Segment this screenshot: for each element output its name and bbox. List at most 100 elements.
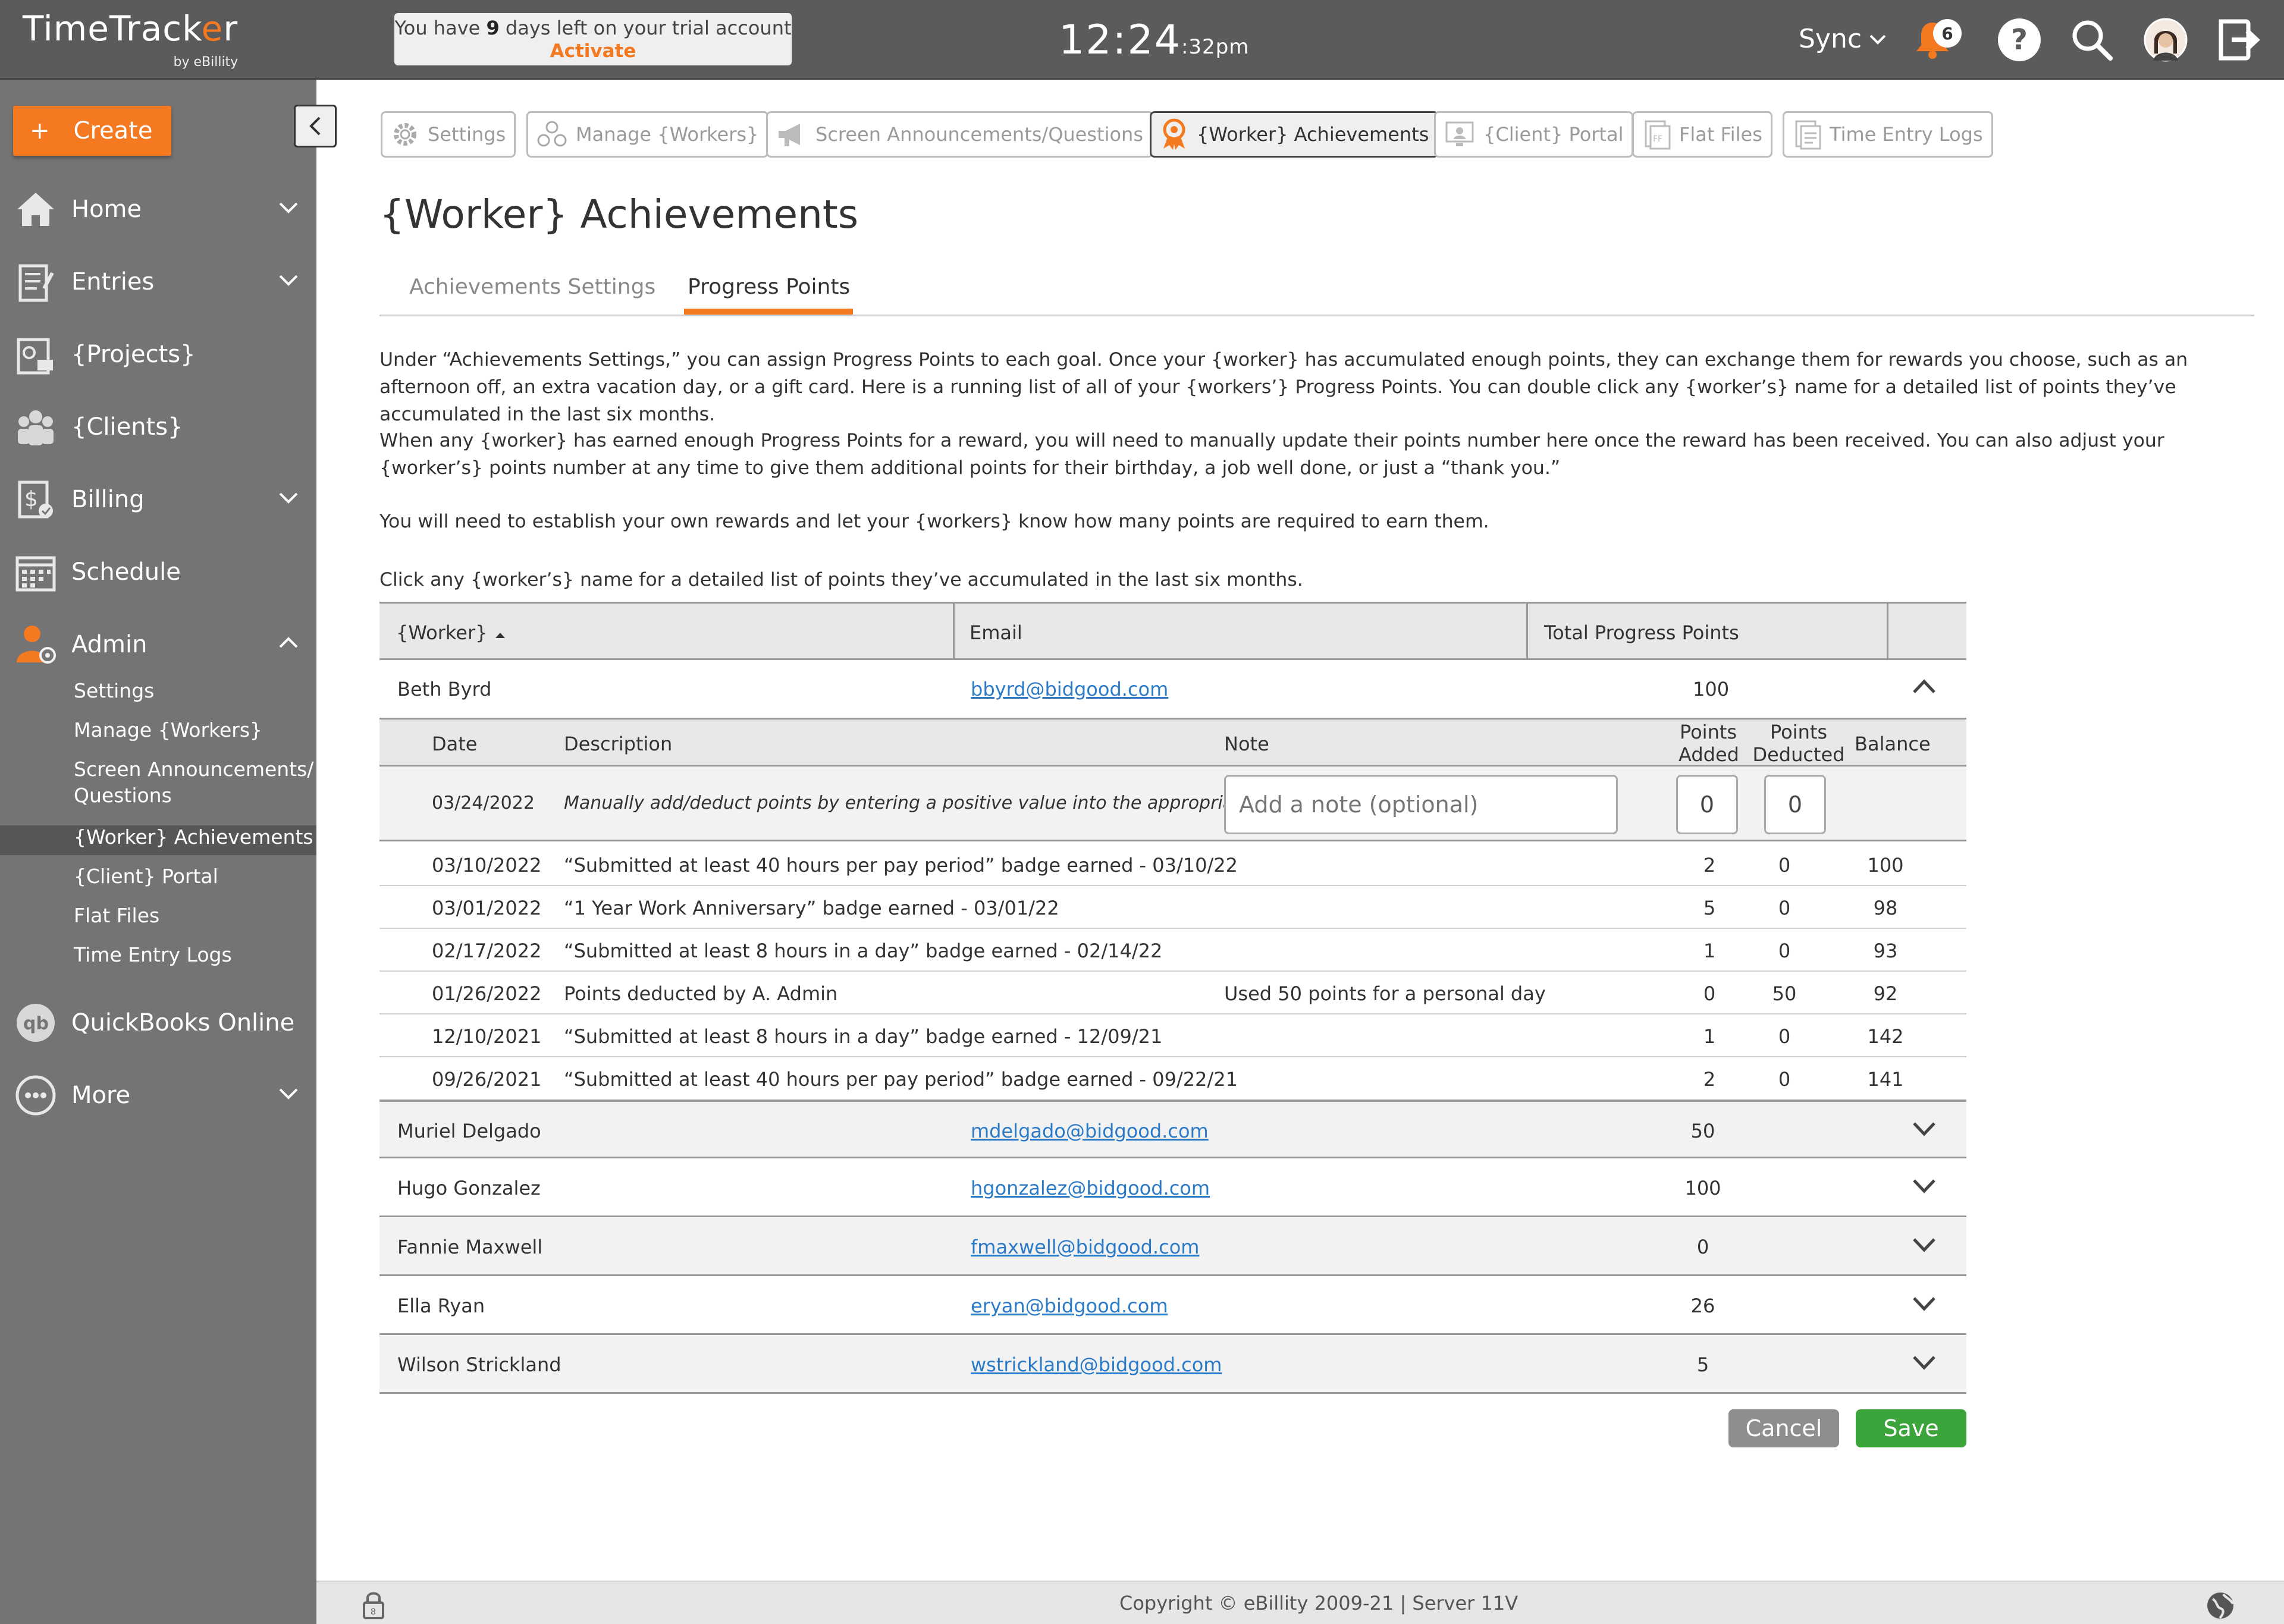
clock-seconds: :32pm (1181, 35, 1250, 59)
table-row[interactable]: Ella Ryan eryan@bidgood.com 26 (379, 1277, 1966, 1335)
toolbar-settings[interactable]: Settings (381, 111, 516, 158)
sidebar-subitem-screen-announcements-line2[interactable]: Questions (74, 784, 172, 807)
sidebar-item-quickbooks[interactable]: qb QuickBooks Online (0, 993, 316, 1053)
logo-text-accent: e (201, 8, 224, 49)
chevron-down-icon[interactable] (1912, 1236, 1937, 1252)
tab-progress-points[interactable]: Progress Points (688, 275, 850, 299)
workers-icon (537, 121, 567, 147)
sidebar-item-home[interactable]: Home (0, 180, 316, 239)
sidebar-subitem-client-portal[interactable]: {Client} Portal (74, 865, 218, 888)
table-hint: Click any {worker’s} name for a detailed… (379, 569, 1303, 590)
table-row[interactable]: Fannie Maxwell fmaxwell@bidgood.com 0 (379, 1218, 1966, 1276)
table-row[interactable]: Wilson Strickland wstrickland@bidgood.com… (379, 1336, 1966, 1394)
svg-text:8: 8 (371, 1607, 376, 1617)
toolbar-screen-announcements[interactable]: Screen Announcements/Questions (766, 111, 1153, 158)
table-row[interactable]: Hugo Gonzalez hgonzalez@bidgood.com 100 (379, 1159, 1966, 1217)
chevron-down-icon[interactable] (1912, 1177, 1937, 1193)
note-input[interactable] (1224, 775, 1618, 834)
sync-label: Sync (1799, 24, 1862, 54)
worker-email[interactable]: fmaxwell@bidgood.com (971, 1236, 1199, 1258)
worker-name[interactable]: Muriel Delgado (397, 1120, 541, 1142)
history-note: Used 50 points for a personal day (1224, 982, 1546, 1005)
history-description: “Submitted at least 8 hours in a day” ba… (564, 1025, 1163, 1048)
worker-email[interactable]: mdelgado@bidgood.com (971, 1120, 1209, 1142)
home-icon (17, 193, 54, 226)
sidebar-item-schedule[interactable]: Schedule (0, 542, 316, 602)
sidebar-subitem-screen-announcements[interactable]: Screen Announcements/ (74, 758, 313, 781)
notifications-button[interactable]: 6 (1909, 17, 1962, 63)
toolbar-label: Manage {Workers} (576, 123, 759, 146)
logout-button[interactable] (2215, 17, 2261, 63)
toolbar-client-portal[interactable]: {Client} Portal (1434, 111, 1634, 158)
column-divider (953, 604, 955, 658)
worker-total-points: 100 (1693, 678, 1730, 701)
save-button[interactable]: Save (1856, 1409, 1966, 1447)
sidebar-item-more[interactable]: More (0, 1066, 316, 1125)
app-logo[interactable]: TimeTracker by eBillity (23, 8, 238, 70)
history-points-deducted: 0 (1778, 1025, 1791, 1048)
create-button[interactable]: + Create (13, 106, 171, 156)
col-deducted-line2: Deducted (1752, 743, 1845, 766)
sidebar-subitem-manage-workers[interactable]: Manage {Workers} (74, 718, 262, 742)
toolbar-flat-files[interactable]: FF Flat Files (1632, 111, 1772, 158)
worker-name[interactable]: Beth Byrd (397, 678, 491, 701)
user-avatar[interactable] (2142, 17, 2189, 63)
points-added-input[interactable] (1676, 775, 1738, 834)
points-deducted-input[interactable] (1764, 775, 1826, 834)
projects-icon (17, 338, 53, 375)
billing-icon: $ (18, 480, 53, 519)
history-balance: 141 (1867, 1068, 1904, 1091)
table-row[interactable]: Beth Byrd bbyrd@bidgood.com 100 (379, 660, 1966, 718)
worker-email[interactable]: eryan@bidgood.com (971, 1295, 1168, 1317)
worker-email[interactable]: bbyrd@bidgood.com (971, 678, 1168, 701)
history-points-added: 2 (1703, 854, 1716, 877)
chevron-down-icon[interactable] (1912, 1295, 1937, 1311)
sidebar-item-projects[interactable]: {Projects} (0, 325, 316, 384)
chevron-down-icon (1869, 34, 1886, 45)
toolbar-worker-achievements[interactable]: {Worker} Achievements (1150, 111, 1439, 158)
toolbar-manage-workers[interactable]: Manage {Workers} (526, 111, 769, 158)
tab-achievements-settings[interactable]: Achievements Settings (409, 275, 655, 299)
activate-link[interactable]: Activate (394, 40, 792, 62)
help-button[interactable]: ? (1996, 17, 2043, 63)
history-balance: 142 (1867, 1025, 1904, 1048)
svg-text:FF: FF (1653, 134, 1662, 144)
col-deducted-line1: Points (1770, 721, 1828, 743)
sidebar-subitem-settings[interactable]: Settings (74, 679, 154, 702)
sidebar-item-entries[interactable]: Entries (0, 252, 316, 312)
trial-banner: You have 9 days left on your trial accou… (394, 13, 792, 65)
collapse-sidebar-button[interactable] (294, 105, 337, 147)
sync-button[interactable]: Sync (1799, 24, 1887, 54)
history-points-added: 1 (1703, 940, 1716, 962)
sidebar-item-admin[interactable]: Admin (0, 615, 316, 674)
history-points-added: 1 (1703, 1025, 1716, 1048)
search-button[interactable] (2069, 17, 2115, 63)
worker-name[interactable]: Ella Ryan (397, 1295, 485, 1317)
worker-email[interactable]: hgonzalez@bidgood.com (971, 1177, 1210, 1199)
chevron-up-icon[interactable] (1912, 678, 1937, 695)
sidebar-subitem-time-entry-logs[interactable]: Time Entry Logs (74, 943, 232, 966)
globe-icon[interactable] (2205, 1591, 2235, 1620)
chevron-down-icon[interactable] (1912, 1120, 1937, 1136)
toolbar-label: {Client} Portal (1483, 123, 1624, 146)
col-points-added-header: Points Added (1679, 721, 1739, 766)
lock-icon[interactable]: 8 (360, 1590, 387, 1620)
col-worker-header[interactable]: {Worker} (396, 621, 507, 644)
column-divider (1526, 604, 1528, 658)
sidebar-item-clients[interactable]: {Clients} (0, 397, 316, 457)
sidebar-subitem-flat-files[interactable]: Flat Files (74, 904, 159, 927)
worker-total-points: 100 (1684, 1177, 1721, 1199)
cancel-button[interactable]: Cancel (1728, 1409, 1839, 1447)
worker-email[interactable]: wstrickland@bidgood.com (971, 1353, 1222, 1376)
sidebar-item-billing[interactable]: $ Billing (0, 470, 316, 529)
worker-name[interactable]: Hugo Gonzalez (397, 1177, 541, 1199)
sidebar-subitem-worker-achievements[interactable]: {Worker} Achievements (74, 825, 313, 849)
column-divider (1887, 604, 1888, 658)
history-date: 12/10/2021 (432, 1025, 542, 1048)
table-row[interactable]: Muriel Delgado mdelgado@bidgood.com 50 (379, 1100, 1966, 1158)
create-button-label: Create (73, 117, 153, 145)
toolbar-time-entry-logs[interactable]: Time Entry Logs (1783, 111, 1993, 158)
worker-name[interactable]: Wilson Strickland (397, 1353, 561, 1376)
chevron-down-icon[interactable] (1912, 1353, 1937, 1370)
worker-name[interactable]: Fannie Maxwell (397, 1236, 542, 1258)
